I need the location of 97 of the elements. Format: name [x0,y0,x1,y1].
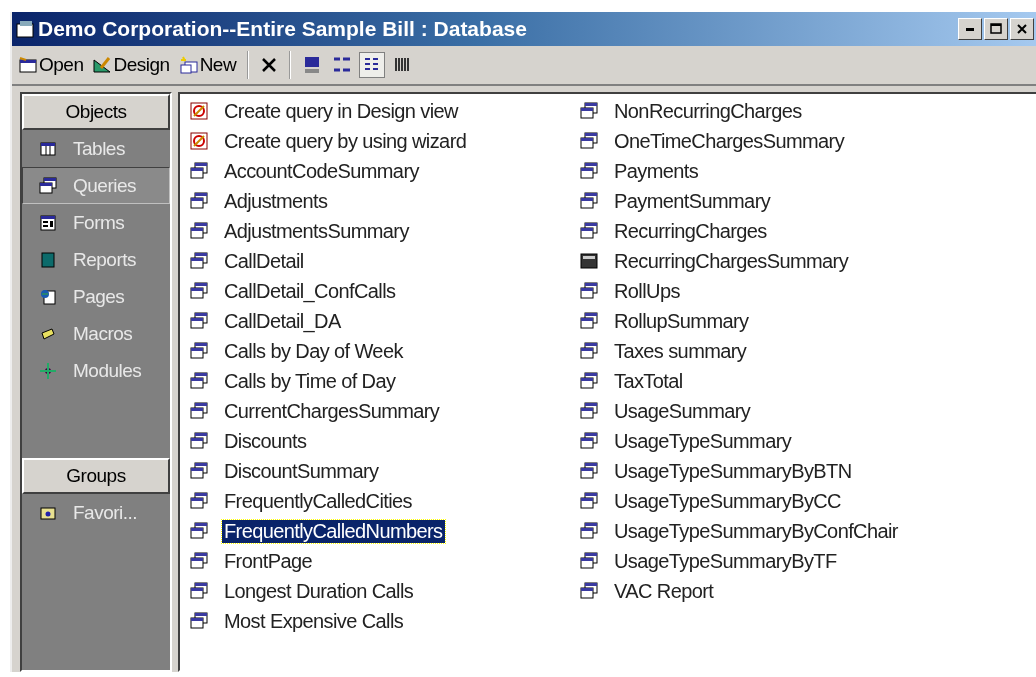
list-item[interactable]: CallDetail_ConfCalls [222,279,398,303]
query-icon [190,582,208,600]
list-item[interactable]: Longest Duration Calls [222,579,416,603]
query-icon [190,492,208,510]
query-icon [580,342,598,360]
query-icon [190,252,208,270]
details-icon [393,56,412,74]
query-icon [190,552,208,570]
design-button[interactable]: Design [90,52,173,78]
form-icon [39,213,57,232]
list-item[interactable]: AccountCodeSummary [222,159,421,183]
query-icon [190,612,208,630]
new-icon [179,56,198,74]
list-item[interactable]: UsageTypeSummaryByTF [612,549,839,573]
list-item[interactable]: Calls by Day of Week [222,339,405,363]
list-item[interactable]: CallDetail_DA [222,309,343,333]
list-item[interactable]: PaymentSummary [612,189,773,213]
list-item[interactable]: Payments [612,159,701,183]
query-icon [190,402,208,420]
query-icon [580,102,598,120]
minimize-icon [966,27,974,31]
delete-icon [260,56,279,74]
wizard-icon [190,132,208,150]
query-icon [190,282,208,300]
list-item[interactable]: Discounts [222,429,309,453]
query-icon [580,192,598,210]
list-item[interactable]: UsageSummary [612,399,753,423]
list-item[interactable]: UsageTypeSummaryByConfChair [612,519,900,543]
query-icon [580,582,598,600]
maximize-icon [990,23,1002,35]
open-icon [19,56,37,74]
close-icon [1017,24,1027,34]
query-icon [580,522,598,540]
list-item[interactable]: TaxTotal [612,369,685,393]
database-icon [16,20,34,38]
list-item[interactable]: VAC Report [612,579,716,603]
query-icon [190,522,208,540]
objects-header[interactable]: Objects [22,94,170,130]
query-icon [190,162,208,180]
minimize-button[interactable] [958,18,982,40]
list-item[interactable]: RollUps [612,279,682,303]
list-item[interactable]: RecurringChargesSummary [612,249,851,273]
list-item[interactable]: Adjustments [222,189,330,213]
list-item[interactable]: Most Expensive Calls [222,609,406,633]
list-item[interactable]: UsageTypeSummaryByCC [612,489,843,513]
module-icon [39,361,57,380]
query-icon [190,312,208,330]
query-icon [190,432,208,450]
query-icon [190,372,208,390]
ruler-pencil-icon [93,56,112,74]
list-item[interactable]: FrequentlyCalledCities [222,489,414,513]
new-button[interactable]: New [176,52,240,78]
wizard-icon [190,102,208,120]
query-icon [580,132,598,150]
page-icon [39,287,57,306]
query-icon [190,462,208,480]
query-icon [190,192,208,210]
list-item[interactable]: DiscountSummary [222,459,381,483]
view-button[interactable] [359,52,386,78]
list-item[interactable]: UsageTypeSummaryByBTN [612,459,854,483]
close-button[interactable] [1010,18,1034,40]
groups-header[interactable]: Groups [22,458,170,495]
query-icon [580,312,598,330]
query-icon [580,462,598,480]
table-icon [39,139,57,158]
table-icon [580,252,598,270]
query-icon [580,162,598,180]
list-item[interactable]: CurrentChargesSummary [222,399,442,423]
list-item[interactable]: Create query by using wizard [222,129,469,153]
query-icon [580,492,598,510]
query-icon [580,372,598,390]
query-icon [190,342,208,360]
report-icon [39,250,57,269]
large-icons-icon [303,56,322,74]
list-item[interactable]: Taxes summary [612,339,749,363]
window-title: Demo Corporation--Entire Sample Bill : Database [38,17,528,41]
list-item[interactable]: OneTimeChargesSummary [612,129,847,153]
list-item[interactable]: FrequentlyCalledNumbers [222,519,445,543]
list-item[interactable]: NonRecurringCharges [612,99,804,123]
query-icon [190,222,208,240]
query-icon [580,432,598,450]
list-item[interactable]: UsageTypeSummary [612,429,794,453]
query-icon [39,176,57,195]
list-item[interactable]: Calls by Time of Day [222,369,398,393]
list-item[interactable]: CallDetail [222,249,306,273]
open-button[interactable]: Open [16,52,87,78]
list-item[interactable]: AdjustmentsSummary [222,219,411,243]
small-icons-icon [333,56,352,74]
query-icon [580,222,598,240]
list-item[interactable]: RecurringCharges [612,219,769,243]
list-item[interactable]: Create query in Design view [222,99,460,123]
query-icon [580,402,598,420]
list-item[interactable]: FrontPage [222,549,314,573]
query-icon [580,552,598,570]
list-item[interactable]: RollupSummary [612,309,751,333]
maximize-button[interactable] [984,18,1008,40]
query-icon [580,282,598,300]
